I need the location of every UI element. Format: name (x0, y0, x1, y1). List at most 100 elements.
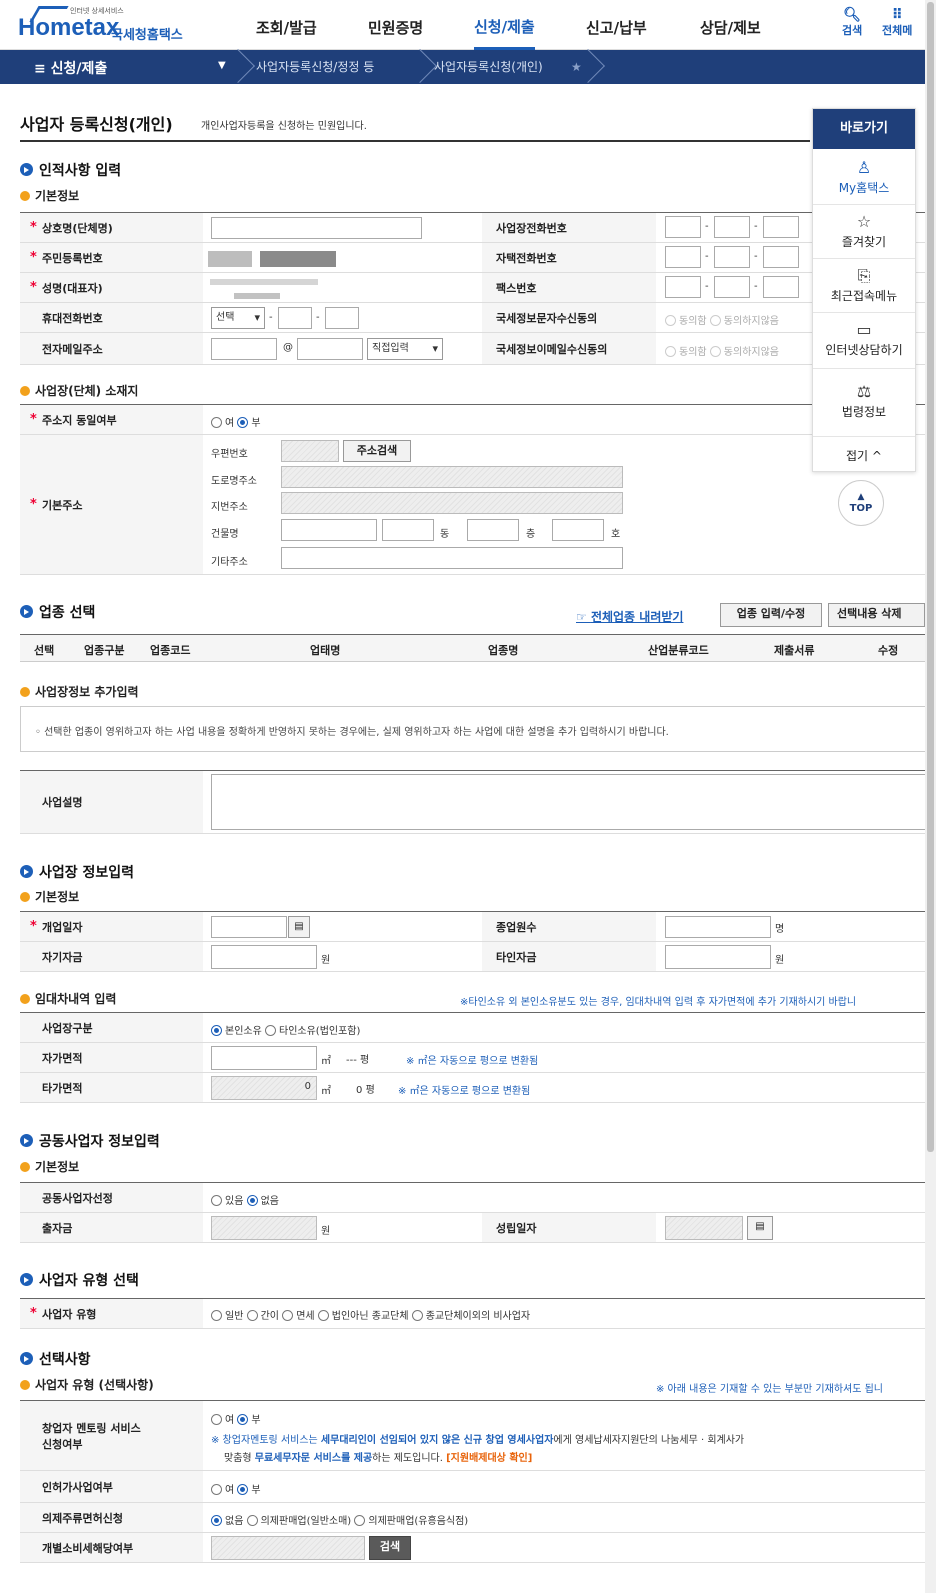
radio-icon (211, 1310, 222, 1321)
address-search-button[interactable]: 주소검색 (343, 440, 411, 462)
hometax-logo[interactable]: 인터넷 상세서비스 Hometax 국세청홈택스 (18, 6, 198, 44)
establish-date-input (665, 1216, 743, 1240)
own-label: 본인소유 (225, 1026, 262, 1037)
exclusion-check-link[interactable]: [지원배제대상 확인] (446, 1453, 532, 1464)
excise-search-button[interactable]: 검색 (369, 1536, 411, 1560)
breadcrumb-separator (221, 49, 255, 83)
info-target: 세무대리인이 선임되어 있지 않은 신규 창업 영세사업자 (320, 1435, 554, 1446)
quick-recent[interactable]: ⎘ 최근접속메뉴 (813, 259, 915, 313)
subsection-lease: 임대차내역 입력 (20, 990, 116, 1007)
own-fund-input[interactable] (211, 945, 317, 969)
joint-select-radio[interactable]: 있음 없음 (211, 1192, 279, 1207)
quick-favorites[interactable]: ☆ 즐겨찾기 (813, 205, 915, 259)
info-prefix: ※ 창업자멘토링 서비스는 (211, 1435, 321, 1446)
employees-input[interactable] (665, 916, 771, 938)
have-label: 있음 (225, 1196, 244, 1207)
download-all-link[interactable]: ☞ 전체업종 내려받기 (576, 608, 683, 625)
section-title: 선택사항 (39, 1352, 91, 1368)
email-consent-radio[interactable]: 동의함 동의하지않음 (665, 343, 779, 358)
bullet-icon (20, 865, 33, 878)
label-establish-date: 성립일자 (482, 1213, 656, 1242)
business-phone-2[interactable] (714, 216, 750, 238)
home-phone-1[interactable] (665, 246, 701, 268)
investment-input (211, 1216, 317, 1240)
all-menu-button[interactable]: ⠿ 전체메 (882, 8, 912, 38)
nav-certificate[interactable]: 민원증명 (368, 0, 423, 50)
bullet-icon (20, 1134, 33, 1147)
mobile-2[interactable] (278, 307, 312, 329)
own-area-unit: ㎡ (321, 1056, 331, 1067)
breadcrumb-item-1[interactable]: 사업자등록신청/정정 등 (256, 50, 374, 84)
other-fund-input[interactable] (665, 945, 771, 969)
business-phone-1[interactable] (665, 216, 701, 238)
label-fax: 팩스번호 (482, 273, 656, 302)
site-type-radio[interactable]: 본인소유 타인소유(법인포함) (211, 1022, 360, 1037)
other-area-input: 0 (211, 1076, 317, 1100)
own-area-input[interactable] (211, 1046, 317, 1070)
info-service: 무료세무자문 서비스를 제공 (254, 1453, 373, 1464)
nav-apply[interactable]: 신청/제출 (474, 0, 535, 50)
row-excise: 개별소비세해당여부 검색 (20, 1533, 935, 1563)
home-phone-3[interactable] (763, 246, 799, 268)
nav-inquiry[interactable]: 조회/발급 (256, 0, 317, 50)
fax-2[interactable] (714, 276, 750, 298)
dash: - (705, 221, 709, 232)
scroll-top-button[interactable]: ▲ TOP (838, 480, 884, 526)
calendar-icon[interactable]: ▤ (288, 916, 310, 938)
mentoring-radio[interactable]: 여 부 (211, 1411, 261, 1426)
permit-radio[interactable]: 여 부 (211, 1481, 261, 1496)
dong-input[interactable] (382, 519, 434, 541)
quick-fold-button[interactable]: 접기 ^ (813, 437, 915, 471)
liquor-radio[interactable]: 없음 의제판매업(일반소매) 의제판매업(유흥음식점) (211, 1512, 468, 1527)
business-description-textarea[interactable] (211, 774, 935, 830)
business-phone-3[interactable] (763, 216, 799, 238)
email-domain-input[interactable] (297, 338, 363, 360)
breadcrumb-item-2[interactable]: 사업자등록신청(개인) (434, 50, 543, 84)
nav-report-pay[interactable]: 신고/납부 (586, 0, 647, 50)
quick-consult[interactable]: ▭ 인터넷상담하기 (813, 313, 915, 369)
subsection-optional: 사업자 유형 (선택사항) (20, 1376, 154, 1393)
dash: - (754, 221, 758, 232)
nav-consult[interactable]: 상담/제보 (700, 0, 761, 50)
search-button[interactable]: 🔍︎ 검색 (842, 8, 862, 38)
radio-icon (411, 1310, 423, 1321)
jibun-address-label: 지번주소 (211, 502, 248, 513)
quick-law[interactable]: ⚖ 법령정보 (813, 369, 915, 437)
etc-address-label: 기타주소 (211, 557, 248, 568)
star-icon: ☆ (856, 212, 872, 231)
sms-consent-radio[interactable]: 동의함 동의하지않음 (665, 312, 779, 327)
bullet-icon (20, 1352, 33, 1365)
fax-1[interactable] (665, 276, 701, 298)
scrollbar[interactable] (925, 0, 936, 1593)
row-same-address: 주소지 동일여부 여 부 (20, 405, 935, 435)
email-domain-select[interactable]: 직접입력 (367, 338, 443, 360)
grid-icon: ⠿ (891, 7, 903, 23)
fax-3[interactable] (763, 276, 799, 298)
business-delete-button[interactable]: 선택내용 삭제 (828, 603, 925, 627)
location-menu[interactable]: ≡ 신청/제출 (34, 58, 107, 78)
person-icon: ♙ (856, 158, 872, 177)
mobile-prefix-select[interactable]: 선택 (211, 307, 265, 329)
label-joint-select: 공동사업자선정 (20, 1183, 203, 1212)
calendar-icon[interactable]: ▤ (747, 1216, 773, 1240)
scrollbar-thumb[interactable] (927, 2, 934, 1152)
same-address-radio[interactable]: 여 부 (211, 414, 261, 429)
ho-input[interactable] (552, 519, 604, 541)
quick-my-hometax[interactable]: ♙ My홈택스 (813, 151, 915, 205)
business-name-input[interactable] (211, 217, 422, 239)
etc-address-input[interactable] (281, 547, 623, 569)
mobile-3[interactable] (325, 307, 359, 329)
business-edit-button[interactable]: 업종 입력/수정 (720, 603, 822, 627)
email-id-input[interactable] (211, 338, 277, 360)
building-input[interactable] (281, 519, 377, 541)
label-same-address: 주소지 동일여부 (20, 405, 203, 434)
business-kind-radio[interactable]: 일반 간이 면세 법인아닌 종교단체 종교단체이외의 비사업자 (211, 1307, 530, 1322)
open-date-input[interactable] (211, 916, 287, 938)
all-menu-label: 전체메 (882, 24, 913, 37)
arrow-up-icon: ▲ (857, 492, 865, 502)
floor-input[interactable] (467, 519, 519, 541)
bullet-icon (20, 994, 30, 1004)
home-phone-2[interactable] (714, 246, 750, 268)
row-basic-address: 기본주소 우편번호 주소검색 도로명주소 지번주소 건물명 동 층 호 기타주소 (20, 435, 935, 575)
disagree-label: 동의하지않음 (723, 347, 779, 358)
